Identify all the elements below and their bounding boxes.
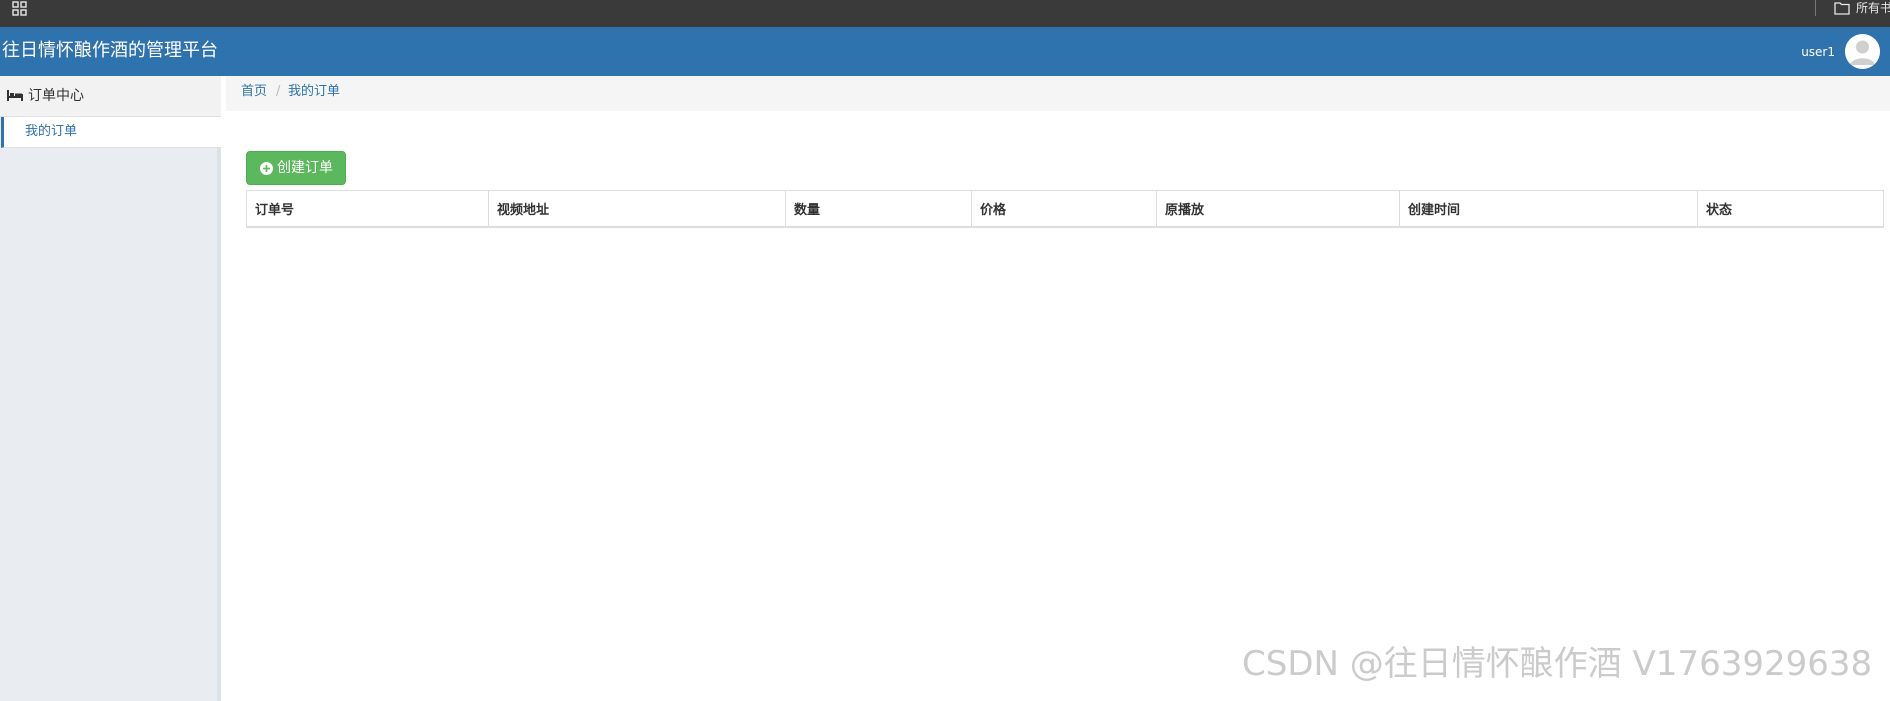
breadcrumb-separator: / — [276, 84, 281, 99]
top-strip: 所有书 — [0, 0, 1890, 27]
sidebar-item-label: 我的订单 — [25, 124, 78, 139]
sidebar-group-label: 订单中心 — [28, 88, 84, 104]
column-header-video-url[interactable]: 视频地址 — [488, 190, 786, 228]
create-order-button[interactable]: 创建订单 — [246, 151, 346, 185]
table-header-row: 订单号 视频地址 数量 价格 原播放 创建时间 状态 — [246, 190, 1884, 228]
breadcrumb-home-link[interactable]: 首页 — [241, 84, 267, 100]
column-header-order-no[interactable]: 订单号 — [246, 190, 489, 228]
breadcrumb: 首页 / 我的订单 — [226, 76, 1890, 111]
bookmarks-folder-label[interactable]: 所有书 — [1856, 0, 1890, 16]
create-order-label: 创建订单 — [277, 160, 333, 176]
breadcrumb-current[interactable]: 我的订单 — [288, 84, 340, 100]
sidebar-group-order-center[interactable]: 订单中心 — [0, 76, 221, 117]
folder-icon[interactable] — [1834, 1, 1850, 15]
column-header-original-plays[interactable]: 原播放 — [1156, 190, 1400, 228]
sidebar-item-my-orders[interactable]: 我的订单 — [1, 117, 221, 148]
column-header-price[interactable]: 价格 — [971, 190, 1157, 228]
watermark-text: CSDN @往日情怀酿作酒 V1763929638 — [1242, 644, 1873, 684]
header-bar: 往日情怀酿作酒的管理平台 user1 — [0, 27, 1890, 76]
apps-grid-icon[interactable] — [12, 1, 28, 17]
column-header-status[interactable]: 状态 — [1697, 190, 1884, 228]
plus-circle-icon — [260, 162, 273, 175]
bed-icon — [7, 90, 23, 101]
sidebar: 订单中心 我的订单 — [0, 76, 221, 701]
column-header-created-time[interactable]: 创建时间 — [1399, 190, 1698, 228]
platform-title: 往日情怀酿作酒的管理平台 — [2, 40, 218, 61]
column-header-quantity[interactable]: 数量 — [785, 190, 972, 228]
orders-table: 订单号 视频地址 数量 价格 原播放 创建时间 状态 — [246, 190, 1884, 228]
user-avatar-icon[interactable] — [1845, 34, 1880, 69]
username-label[interactable]: user1 — [1801, 45, 1835, 59]
top-divider — [1815, 0, 1816, 16]
